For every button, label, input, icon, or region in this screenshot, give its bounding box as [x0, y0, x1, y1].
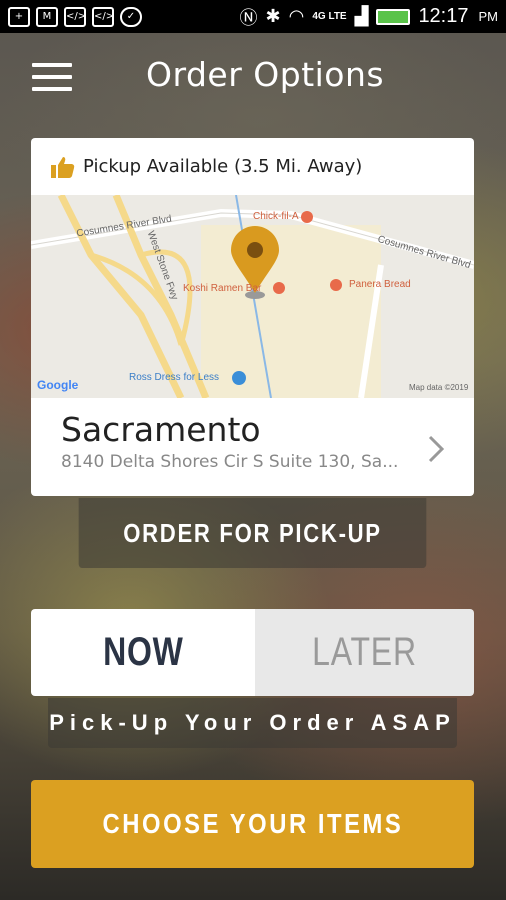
- restaurant-pin-icon: [330, 279, 342, 291]
- clock-ampm: PM: [478, 9, 499, 24]
- network-label: 4G LTE: [312, 11, 347, 22]
- map-attribution: Map data ©2019: [409, 383, 469, 392]
- signal-icon: ▟: [354, 6, 369, 27]
- map-poi-label: Koshi Ramen Bar: [183, 283, 262, 294]
- chevron-right-icon[interactable]: [427, 434, 445, 464]
- choose-items-label: CHOOSE YOUR ITEMS: [102, 808, 403, 839]
- add-icon: +: [8, 6, 30, 27]
- restaurant-pin-icon: [273, 282, 285, 294]
- app-header: Order Options: [0, 33, 506, 123]
- order-time-toggle[interactable]: NOW LATER: [31, 609, 474, 696]
- bluetooth-icon: ✱: [265, 6, 281, 27]
- shopping-pin-icon: [232, 371, 246, 385]
- menu-icon[interactable]: [32, 63, 72, 93]
- code-icon: </>: [92, 6, 114, 27]
- nfc-icon: Ⓝ: [239, 7, 258, 29]
- status-bar: + M </> </> ✓ Ⓝ ✱ ◠ 4G LTE ▟ 12:17 PM: [0, 0, 506, 33]
- gmail-icon: M: [36, 6, 58, 27]
- later-option[interactable]: LATER: [255, 609, 474, 696]
- restaurant-pin-icon: [301, 211, 313, 223]
- check-icon: ✓: [120, 6, 142, 27]
- choose-items-button[interactable]: CHOOSE YOUR ITEMS: [31, 780, 474, 868]
- map-poi-label: Panera Bread: [349, 279, 411, 290]
- wifi-icon: ◠: [288, 6, 305, 27]
- pickup-text: Pickup Available (3.5 Mi. Away): [83, 156, 363, 177]
- asap-caption: Pick-Up Your Order ASAP: [48, 698, 457, 748]
- store-address: 8140 Delta Shores Cir S Suite 130, Sa...: [61, 452, 399, 472]
- map-poi-label: Chick-fil-A: [253, 211, 299, 222]
- now-option[interactable]: NOW: [31, 609, 255, 696]
- location-card[interactable]: Pickup Available (3.5 Mi. Away) Cosumnes: [31, 138, 474, 496]
- store-map[interactable]: Cosumnes River Blvd Cosumnes River Blvd …: [31, 195, 474, 398]
- code-icon: </>: [64, 6, 86, 27]
- page-title: Order Options: [146, 55, 385, 94]
- pickup-availability: Pickup Available (3.5 Mi. Away): [31, 138, 474, 195]
- thumbs-up-icon: [51, 156, 75, 178]
- clock-time: 12:17: [418, 5, 469, 27]
- store-city: Sacramento: [61, 410, 261, 449]
- google-logo: Google: [37, 378, 79, 392]
- battery-icon: [376, 8, 411, 25]
- order-for-pickup-button[interactable]: ORDER FOR PICK-UP: [78, 498, 427, 568]
- map-poi-label: Ross Dress for Less: [129, 372, 220, 383]
